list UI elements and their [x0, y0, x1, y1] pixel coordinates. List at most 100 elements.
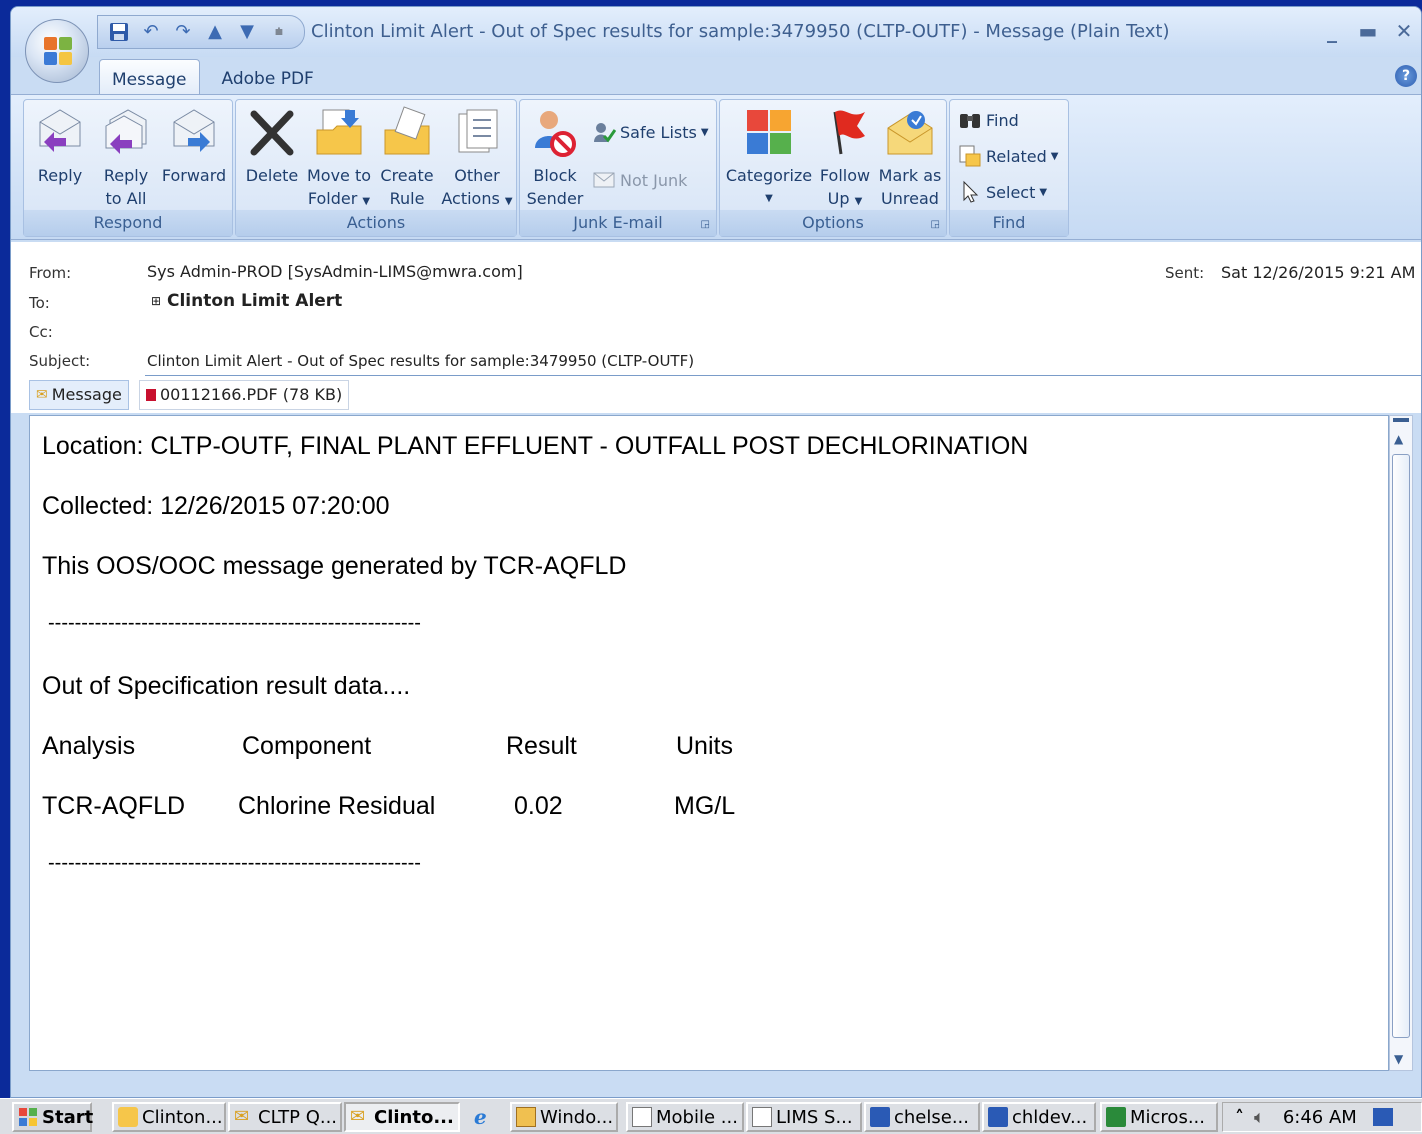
- location-line: Location: CLTP-OUTF, FINAL PLANT EFFLUEN…: [42, 432, 1029, 460]
- taskbar-item-label: chelse...: [894, 1106, 969, 1128]
- message-header: From: Sys Admin-PROD [SysAdmin-LIMS@mwra…: [11, 242, 1421, 382]
- ribbon-tabs: Message Adobe PDF: [99, 59, 326, 95]
- related-label: Related: [986, 146, 1047, 166]
- reply-all-label-2: to All: [105, 189, 147, 208]
- safe-lists-button[interactable]: Safe Lists ▼: [592, 120, 709, 144]
- oos-heading: Out of Specification result data....: [42, 672, 411, 700]
- to-recipient[interactable]: Clinton Limit Alert: [167, 291, 342, 311]
- dropdown-arrow-icon: ▼: [765, 193, 773, 204]
- previous-item-icon[interactable]: ▲: [204, 21, 226, 43]
- col-analysis: Analysis: [42, 732, 136, 760]
- next-item-icon[interactable]: ▼: [236, 21, 258, 43]
- from-value[interactable]: Sys Admin-PROD [SysAdmin-LIMS@mwra.com]: [147, 262, 523, 281]
- create-rule-label-2: Rule: [389, 189, 425, 208]
- mark-as-unread-label-2: Unread: [881, 189, 939, 208]
- undo-icon[interactable]: ↶: [140, 21, 162, 43]
- pdf-attachment-label: 00112166.PDF (78 KB): [160, 385, 343, 404]
- taskbar-item-chelse[interactable]: chelse...: [864, 1102, 980, 1132]
- not-junk-button[interactable]: Not Junk: [592, 168, 687, 192]
- separator-line: ----------------------------------------…: [48, 612, 421, 634]
- dropdown-arrow-icon: ▼: [854, 196, 863, 207]
- junk-email-group: Block Sender Safe Lists ▼ Not Junk Junk …: [519, 99, 717, 237]
- block-sender-label-1: Block: [533, 166, 577, 185]
- follow-up-button[interactable]: Follow Up ▼: [816, 106, 874, 213]
- select-button[interactable]: Select ▼: [958, 180, 1047, 204]
- to-value[interactable]: ⊞ Clinton Limit Alert: [151, 291, 342, 311]
- scroll-up-icon[interactable]: ▲: [1394, 432, 1403, 446]
- move-to-folder-button[interactable]: Move to Folder ▼: [304, 106, 374, 213]
- taskbar: Start Clinton... ✉ CLTP Q... ✉ Clinto...…: [0, 1098, 1422, 1134]
- remote-desktop-icon: [988, 1107, 1008, 1127]
- split-handle[interactable]: [1393, 418, 1409, 422]
- taskbar-item-chldev[interactable]: chldev...: [982, 1102, 1096, 1132]
- minimize-icon[interactable]: _: [1321, 19, 1343, 43]
- collected-line: Collected: 12/26/2015 07:20:00: [42, 492, 390, 520]
- header-divider: [145, 375, 1421, 376]
- scrollbar-thumb[interactable]: [1392, 454, 1410, 1038]
- scroll-down-icon[interactable]: ▼: [1394, 1052, 1403, 1066]
- taskbar-item-lims[interactable]: LIMS S...: [746, 1102, 862, 1132]
- tab-message[interactable]: Message: [99, 59, 200, 95]
- taskbar-item-mobile[interactable]: Mobile ...: [626, 1102, 744, 1132]
- taskbar-item-label: Micros...: [1130, 1106, 1205, 1128]
- outlook-message-window: ↶ ↷ ▲ ▼ ⩧ Clinton Limit Alert - Out of S…: [10, 6, 1422, 1098]
- start-button[interactable]: Start: [12, 1102, 93, 1132]
- show-hidden-icons-icon[interactable]: ˄: [1235, 1107, 1244, 1128]
- expand-group-icon[interactable]: ⊞: [151, 294, 161, 308]
- taskbar-item-label: Clinto...: [374, 1106, 454, 1128]
- categorize-button[interactable]: Categorize ▼: [724, 106, 814, 210]
- reply-label: Reply: [37, 166, 83, 185]
- message-attachment-tab[interactable]: ✉ Message: [29, 380, 129, 410]
- find-button[interactable]: Find: [958, 108, 1019, 132]
- taskbar-item-label: LIMS S...: [776, 1106, 853, 1128]
- related-icon: [958, 144, 982, 168]
- pdf-attachment[interactable]: 00112166.PDF (78 KB): [139, 380, 350, 410]
- maximize-icon[interactable]: ▬: [1357, 19, 1379, 43]
- dialog-launcher-icon[interactable]: ◲: [701, 219, 710, 230]
- customize-qat-icon[interactable]: ⩧: [268, 21, 290, 43]
- pdf-icon: [146, 389, 156, 401]
- find-group: Find Related ▼ Select ▼ Find: [949, 99, 1069, 237]
- save-icon[interactable]: [108, 21, 130, 43]
- close-icon[interactable]: ✕: [1393, 19, 1415, 43]
- outlook-icon: [118, 1107, 138, 1127]
- redo-icon[interactable]: ↷: [172, 21, 194, 43]
- reply-button[interactable]: Reply: [30, 106, 90, 187]
- remote-desktop-icon: [870, 1107, 890, 1127]
- move-to-folder-label-1: Move to: [306, 166, 372, 185]
- follow-up-label-1: Follow: [819, 166, 871, 185]
- reply-all-button[interactable]: Reply to All: [92, 106, 160, 210]
- show-desktop-icon[interactable]: [1372, 1108, 1393, 1126]
- subject-value: Clinton Limit Alert - Out of Spec result…: [147, 352, 695, 370]
- tab-adobe-pdf[interactable]: Adobe PDF: [210, 59, 326, 95]
- reply-icon: [36, 106, 84, 160]
- reply-all-label-1: Reply: [103, 166, 149, 185]
- taskbar-item-label: Windo...: [540, 1106, 614, 1128]
- vertical-scrollbar[interactable]: ▲ ▼: [1389, 415, 1413, 1071]
- office-button[interactable]: [25, 19, 89, 83]
- create-rule-button[interactable]: Create Rule: [376, 106, 438, 210]
- volume-icon[interactable]: 🔈︎: [1254, 1107, 1265, 1128]
- find-label: Find: [986, 110, 1019, 130]
- other-actions-button[interactable]: Other Actions ▼: [440, 106, 514, 213]
- taskbar-item-excel[interactable]: Micros...: [1100, 1102, 1218, 1132]
- safe-lists-icon: [592, 120, 617, 144]
- dialog-launcher-icon[interactable]: ◲: [931, 219, 940, 230]
- find-group-label: Find: [950, 210, 1068, 236]
- block-sender-button[interactable]: Block Sender: [524, 106, 586, 210]
- related-button[interactable]: Related ▼: [958, 144, 1058, 168]
- taskbar-item-windows[interactable]: Windo...: [510, 1102, 618, 1132]
- message-body[interactable]: Location: CLTP-OUTF, FINAL PLANT EFFLUEN…: [29, 415, 1389, 1071]
- document-icon: [752, 1107, 772, 1127]
- move-to-folder-icon: [315, 106, 363, 160]
- clock[interactable]: 6:46 AM: [1283, 1107, 1357, 1128]
- help-icon[interactable]: ?: [1395, 65, 1417, 87]
- mark-as-unread-button[interactable]: Mark as Unread: [876, 106, 944, 210]
- taskbar-item-outlook[interactable]: Clinton...: [112, 1102, 226, 1132]
- delete-button[interactable]: Delete: [242, 106, 302, 187]
- taskbar-ie[interactable]: ℯ: [470, 1102, 504, 1132]
- taskbar-item-clinton-active[interactable]: ✉ Clinto...: [344, 1102, 460, 1132]
- forward-button[interactable]: Forward: [158, 106, 230, 187]
- taskbar-item-cltp[interactable]: ✉ CLTP Q...: [228, 1102, 342, 1132]
- not-junk-icon: [592, 168, 616, 192]
